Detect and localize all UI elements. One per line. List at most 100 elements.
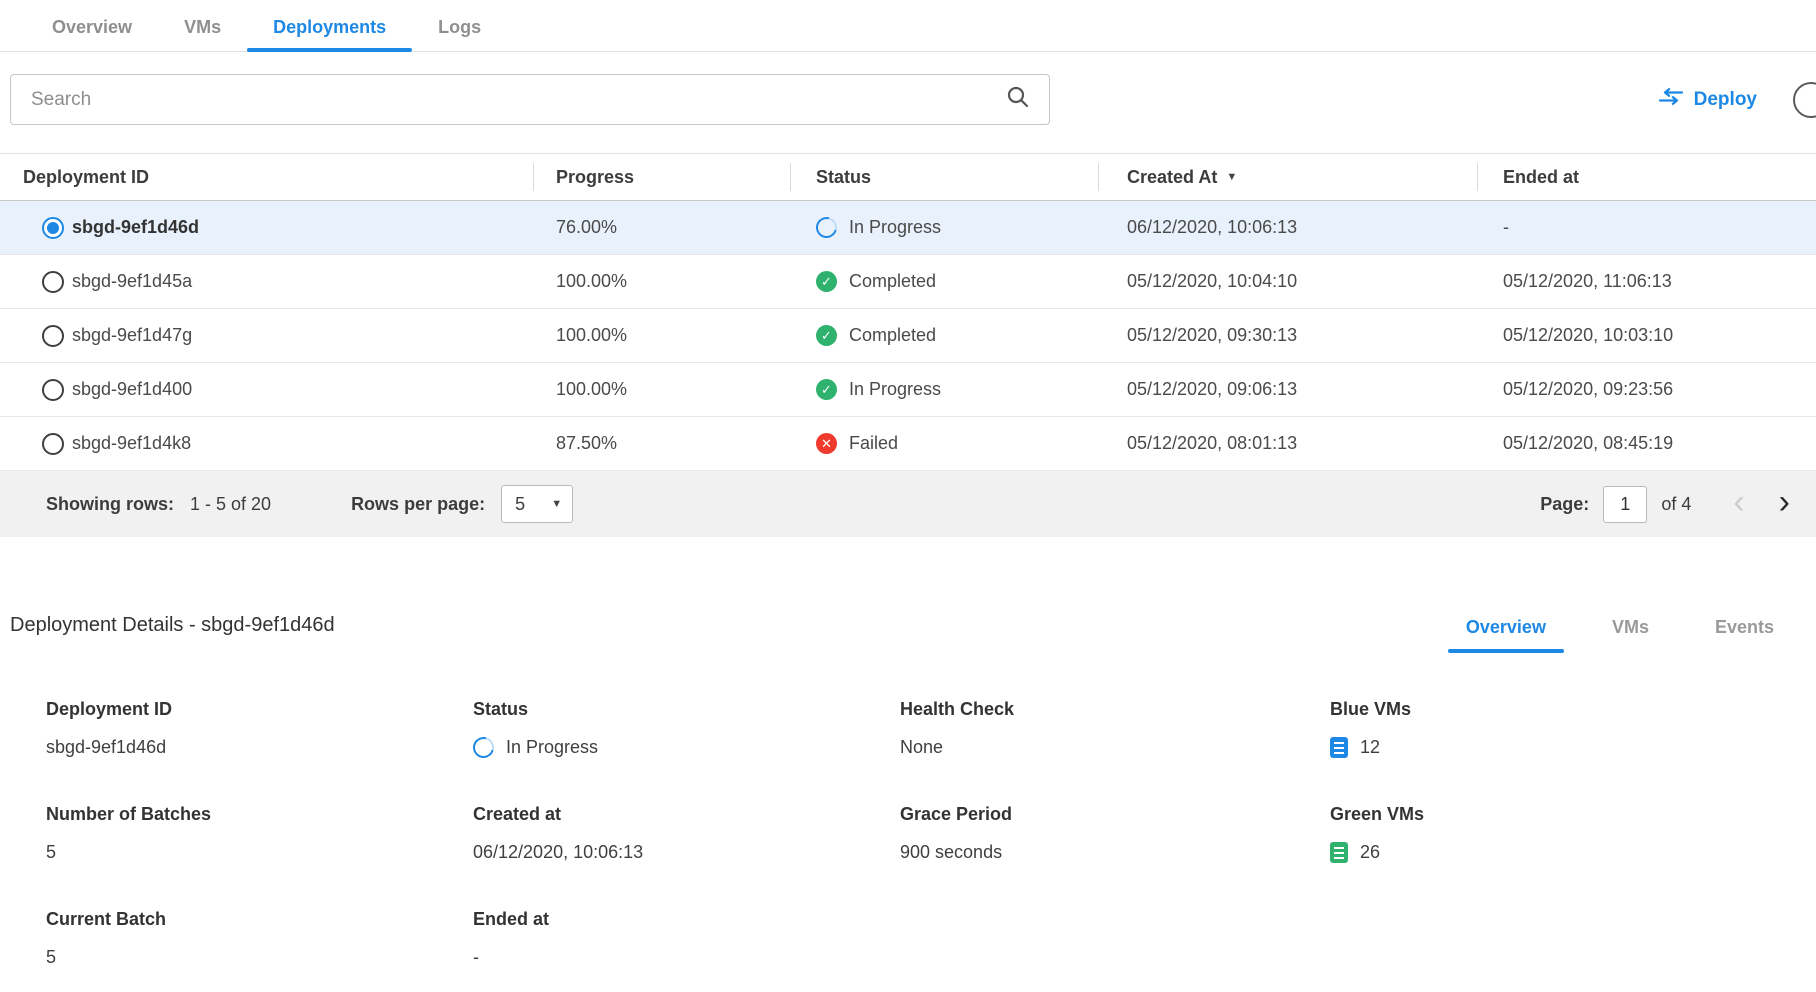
deployment-id-cell: sbgd-9ef1d4k8	[72, 433, 533, 454]
pagination: Page: of 4 ‹ ›	[1540, 485, 1790, 524]
green-vm-icon	[1330, 842, 1348, 863]
radio-button[interactable]	[42, 379, 64, 401]
field-label: Health Check	[900, 699, 1330, 720]
field-created-at: Created at 06/12/2020, 10:06:13	[473, 804, 900, 863]
table-row[interactable]: sbgd-9ef1d46d 76.00% In Progress 06/12/2…	[0, 201, 1816, 255]
created-at-cell: 06/12/2020, 10:06:13	[1098, 217, 1477, 238]
field-value: 12	[1330, 736, 1816, 758]
chevron-left-icon[interactable]: ‹	[1733, 485, 1744, 524]
details-tab-events[interactable]: Events	[1697, 607, 1792, 653]
ended-at-cell: 05/12/2020, 11:06:13	[1477, 271, 1816, 292]
field-health-check: Health Check None	[900, 699, 1330, 758]
details-grid: Deployment ID sbgd-9ef1d46d Status In Pr…	[0, 699, 1816, 968]
rows-per-page-select[interactable]: 5 ▼	[501, 485, 573, 523]
column-header-ended-at[interactable]: Ended at	[1477, 154, 1816, 200]
field-value: In Progress	[473, 736, 900, 758]
progress-cell: 100.00%	[533, 379, 790, 400]
rows-per-page-value: 5	[515, 494, 525, 515]
radio-button[interactable]	[42, 271, 64, 293]
deployment-id-cell: sbgd-9ef1d45a	[72, 271, 533, 292]
page-label: Page:	[1540, 494, 1589, 515]
tab-deployments[interactable]: Deployments	[247, 3, 412, 51]
created-at-cell: 05/12/2020, 10:04:10	[1098, 271, 1477, 292]
field-value: sbgd-9ef1d46d	[46, 736, 473, 758]
deploy-button[interactable]: Deploy	[1659, 88, 1757, 111]
radio-button[interactable]	[42, 217, 64, 239]
deploy-label: Deploy	[1694, 89, 1757, 111]
table-header: Deployment ID Progress Status Created At…	[0, 153, 1816, 201]
progress-cell: 100.00%	[533, 325, 790, 346]
field-label: Deployment ID	[46, 699, 473, 720]
field-label: Current Batch	[46, 909, 473, 930]
field-value: 26	[1330, 841, 1816, 863]
ended-at-cell: 05/12/2020, 09:23:56	[1477, 379, 1816, 400]
field-number-of-batches: Number of Batches 5	[46, 804, 473, 863]
progress-cell: 87.50%	[533, 433, 790, 454]
showing-rows-value: 1 - 5 of 20	[190, 494, 271, 515]
table-row[interactable]: sbgd-9ef1d47g 100.00% Completed 05/12/20…	[0, 309, 1816, 363]
chevron-right-icon[interactable]: ›	[1779, 485, 1790, 524]
table-row[interactable]: sbgd-9ef1d45a 100.00% Completed 05/12/20…	[0, 255, 1816, 309]
details-header: Deployment Details - sbgd-9ef1d46d Overv…	[0, 607, 1816, 653]
status-cell: Completed	[790, 271, 1098, 292]
field-deployment-id: Deployment ID sbgd-9ef1d46d	[46, 699, 473, 758]
field-status: Status In Progress	[473, 699, 900, 758]
table-row[interactable]: sbgd-9ef1d4k8 87.50% Failed 05/12/2020, …	[0, 417, 1816, 471]
deployment-id-cell: sbgd-9ef1d46d	[72, 217, 533, 238]
status-label: In Progress	[849, 217, 941, 238]
table-row[interactable]: sbgd-9ef1d400 100.00% In Progress 05/12/…	[0, 363, 1816, 417]
status-label: Completed	[849, 325, 936, 346]
column-header-label: Created At	[1127, 167, 1217, 188]
vm-count: 26	[1360, 842, 1380, 863]
created-at-cell: 05/12/2020, 09:30:13	[1098, 325, 1477, 346]
main-tab-bar: Overview VMs Deployments Logs	[0, 0, 1816, 52]
column-header-status[interactable]: Status	[790, 154, 1098, 200]
swap-arrows-icon	[1659, 88, 1683, 111]
vm-count: 12	[1360, 737, 1380, 758]
field-value: 900 seconds	[900, 841, 1330, 863]
search-box[interactable]	[10, 74, 1050, 125]
sort-desc-icon[interactable]: ▼	[1226, 171, 1237, 183]
page-input[interactable]	[1603, 486, 1647, 523]
field-value: -	[473, 946, 900, 968]
search-input[interactable]	[31, 89, 993, 111]
refresh-icon[interactable]	[1793, 82, 1816, 118]
status-label: In Progress	[506, 737, 598, 758]
field-blue-vms: Blue VMs 12	[1330, 699, 1816, 758]
column-header-created-at[interactable]: Created At ▼	[1098, 154, 1477, 200]
check-circle-icon	[816, 379, 837, 400]
toolbar: Deploy	[0, 74, 1816, 125]
check-circle-icon	[816, 271, 837, 292]
showing-rows-label: Showing rows:	[46, 494, 174, 515]
field-value: 5	[46, 841, 473, 863]
field-ended-at: Ended at -	[473, 909, 900, 968]
details-tab-overview[interactable]: Overview	[1448, 607, 1564, 653]
spinner-icon	[469, 733, 498, 762]
search-icon	[1005, 84, 1031, 115]
field-green-vms: Green VMs 26	[1330, 804, 1816, 863]
column-header-deployment-id[interactable]: Deployment ID	[0, 154, 533, 200]
ended-at-cell: 05/12/2020, 08:45:19	[1477, 433, 1816, 454]
status-cell: In Progress	[790, 379, 1098, 400]
column-header-progress[interactable]: Progress	[533, 154, 790, 200]
details-tab-vms[interactable]: VMs	[1594, 607, 1667, 653]
tab-vms[interactable]: VMs	[158, 3, 247, 51]
tab-logs[interactable]: Logs	[412, 3, 507, 51]
field-label: Blue VMs	[1330, 699, 1816, 720]
status-cell: In Progress	[790, 217, 1098, 238]
field-label: Grace Period	[900, 804, 1330, 825]
radio-button[interactable]	[42, 433, 64, 455]
field-value: 5	[46, 946, 473, 968]
details-tab-bar: Overview VMs Events	[1448, 607, 1792, 653]
field-value: None	[900, 736, 1330, 758]
created-at-cell: 05/12/2020, 09:06:13	[1098, 379, 1477, 400]
status-cell: Failed	[790, 433, 1098, 454]
spinner-icon	[812, 213, 841, 242]
ended-at-cell: -	[1477, 217, 1816, 238]
status-label: Completed	[849, 271, 936, 292]
deployment-id-cell: sbgd-9ef1d47g	[72, 325, 533, 346]
check-circle-icon	[816, 325, 837, 346]
tab-overview[interactable]: Overview	[26, 3, 158, 51]
status-cell: Completed	[790, 325, 1098, 346]
radio-button[interactable]	[42, 325, 64, 347]
